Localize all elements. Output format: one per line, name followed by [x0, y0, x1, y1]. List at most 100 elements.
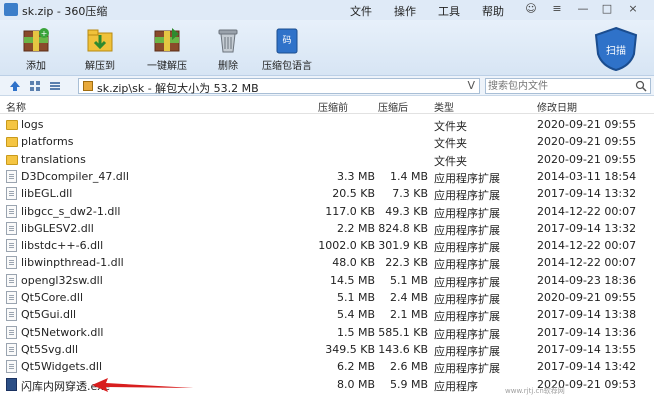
- file-compressed-size: 22.3 KB: [385, 256, 428, 270]
- menu-file[interactable]: 文件: [350, 3, 372, 19]
- maximize-button[interactable]: □: [600, 2, 614, 16]
- extract-to-button[interactable]: 解压到: [78, 25, 122, 72]
- svg-text:+: +: [41, 29, 48, 38]
- file-row[interactable]: Qt5Widgets.dll 6.2 MB 2.6 MB 应用程序扩展 2017-09-…: [0, 358, 654, 375]
- file-name: platforms: [21, 135, 74, 149]
- file-type: 应用程序扩展: [434, 275, 500, 289]
- column-type[interactable]: 类型: [434, 99, 454, 114]
- one-click-extract-label: 一键解压: [147, 61, 187, 72]
- file-row[interactable]: Qt5Network.dll 1.5 MB 585.1 KB 应用程序扩展 2017-0…: [0, 324, 654, 341]
- dll-file-icon: [6, 360, 17, 374]
- scan-label: 扫描: [606, 44, 626, 57]
- dll-file-icon: [6, 308, 17, 322]
- view-list-icon[interactable]: [48, 79, 62, 93]
- column-modified[interactable]: 修改日期: [537, 99, 577, 114]
- file-row[interactable]: libgcc_s_dw2-1.dll 117.0 KB 49.3 KB 应用程序扩展 2…: [0, 203, 654, 220]
- folder-row[interactable]: translations 文件夹 2020-09-21 09:55: [0, 151, 654, 168]
- view-icons-icon[interactable]: [28, 79, 42, 93]
- file-type: 应用程序扩展: [434, 258, 500, 272]
- file-modified-date: 2014-09-23 18:36: [537, 273, 637, 287]
- file-modified-date: 2014-12-22 00:07: [537, 256, 637, 270]
- file-row[interactable]: Qt5Core.dll 5.1 MB 2.4 MB 应用程序扩展 2020-09-21 …: [0, 289, 654, 306]
- file-row[interactable]: opengl32sw.dll 14.5 MB 5.1 MB 应用程序扩展 2014-09…: [0, 272, 654, 289]
- close-button[interactable]: ×: [626, 2, 640, 16]
- file-type: 应用程序: [434, 379, 478, 393]
- toolbar: + 添加 解压到 一键解压 删除 码 压缩包语言 扫描: [0, 20, 654, 76]
- extract-to-label: 解压到: [85, 61, 115, 72]
- file-compressed-size: 824.8 KB: [378, 221, 428, 235]
- file-compressed-size: 49.3 KB: [385, 204, 428, 218]
- watermark: www.rjtj.cn软荐网: [505, 387, 565, 395]
- file-modified-date: 2017-09-14 13:38: [537, 308, 637, 322]
- path-field[interactable]: sk.zip\sk - 解包大小为 53.2 MB V: [78, 78, 480, 95]
- file-compressed-size: 2.4 MB: [389, 291, 428, 304]
- one-click-extract-button[interactable]: 一键解压: [142, 25, 192, 72]
- file-name: logs: [21, 118, 44, 131]
- dll-file-icon: [6, 342, 17, 356]
- file-name: Qt5Network.dll: [21, 325, 104, 339]
- file-type: 应用程序扩展: [434, 189, 500, 203]
- file-name: Qt5Svg.dll: [21, 342, 79, 356]
- minimize-button[interactable]: —: [576, 2, 590, 16]
- file-list-header: 名称 压缩前 压缩后 类型 修改日期: [0, 97, 654, 114]
- file-modified-date: 2017-09-14 13:32: [537, 221, 637, 235]
- file-name: translations: [21, 152, 86, 166]
- column-size[interactable]: 压缩前: [318, 99, 348, 114]
- file-name: libstdc++-6.dll: [21, 239, 104, 253]
- archive-icon: [83, 81, 93, 91]
- menu-help[interactable]: 帮助: [482, 3, 504, 19]
- file-name: Qt5Widgets.dll: [21, 360, 103, 374]
- file-modified-date: 2020-09-21 09:55: [537, 118, 637, 131]
- file-type: 文件夹: [434, 154, 467, 168]
- search-icon[interactable]: [635, 80, 647, 92]
- file-name: opengl32sw.dll: [21, 273, 103, 287]
- folder-row[interactable]: logs 文件夹 2020-09-21 09:55: [0, 116, 654, 133]
- file-modified-date: 2020-09-21 09:55: [537, 152, 637, 166]
- svg-text:码: 码: [282, 35, 291, 46]
- column-compressed[interactable]: 压缩后: [378, 99, 408, 114]
- annotation-arrow: [92, 378, 194, 392]
- dll-file-icon: [6, 204, 17, 218]
- file-row[interactable]: libwinpthread-1.dll 48.0 KB 22.3 KB 应用程序扩展 2…: [0, 254, 654, 271]
- menu-operation[interactable]: 操作: [394, 3, 416, 19]
- scan-button[interactable]: 扫描: [590, 26, 642, 72]
- file-name: Qt5Gui.dll: [21, 308, 77, 322]
- file-row[interactable]: Qt5Gui.dll 5.4 MB 2.1 MB 应用程序扩展 2017-09-14 1…: [0, 306, 654, 323]
- up-arrow-icon[interactable]: [8, 79, 22, 93]
- file-compressed-size: 585.1 KB: [378, 325, 428, 339]
- file-modified-date: 2014-03-11 18:54: [537, 169, 637, 183]
- exe-icon: [6, 377, 17, 391]
- file-row[interactable]: Qt5Svg.dll 349.5 KB 143.6 KB 应用程序扩展 2017-09-…: [0, 341, 654, 358]
- file-name: libwinpthread-1.dll: [21, 256, 124, 270]
- column-name[interactable]: 名称: [6, 99, 26, 114]
- file-modified-date: 2020-09-21 09:55: [537, 135, 637, 149]
- file-row[interactable]: D3Dcompiler_47.dll 3.3 MB 1.4 MB 应用程序扩展 2014…: [0, 168, 654, 185]
- file-name: libgcc_s_dw2-1.dll: [21, 204, 121, 218]
- file-type: 应用程序扩展: [434, 310, 500, 324]
- file-compressed-size: 5.9 MB: [389, 377, 428, 391]
- file-row[interactable]: libstdc++-6.dll 1002.0 KB 301.9 KB 应用程序扩展 20…: [0, 237, 654, 254]
- file-row[interactable]: libGLESV2.dll 2.2 MB 824.8 KB 应用程序扩展 2017-09…: [0, 220, 654, 237]
- app-icon: [4, 3, 18, 16]
- dll-file-icon: [6, 256, 17, 270]
- dll-file-icon: [6, 169, 17, 183]
- dll-file-icon: [6, 187, 17, 201]
- file-compressed-size: 2.6 MB: [389, 360, 428, 374]
- dll-file-icon: [6, 325, 17, 339]
- file-row[interactable]: libEGL.dll 20.5 KB 7.3 KB 应用程序扩展 2017-09-14 …: [0, 185, 654, 202]
- archive-language-button[interactable]: 码 压缩包语言: [258, 25, 316, 72]
- dll-file-icon: [6, 239, 17, 253]
- file-modified-date: 2014-12-22 00:07: [537, 239, 637, 253]
- window-title: sk.zip - 360压缩: [22, 5, 108, 18]
- path-dropdown-icon[interactable]: V: [467, 79, 475, 92]
- search-box[interactable]: [485, 78, 651, 94]
- add-button[interactable]: + 添加: [14, 25, 58, 72]
- folder-row[interactable]: platforms 文件夹 2020-09-21 09:55: [0, 133, 654, 150]
- menu-tools[interactable]: 工具: [438, 3, 460, 19]
- one-click-extract-icon: [154, 28, 180, 52]
- delete-button[interactable]: 删除: [208, 25, 248, 72]
- feedback-icon[interactable]: ☺: [524, 2, 538, 16]
- search-input[interactable]: [488, 79, 628, 93]
- main-menu-icon[interactable]: ≡: [550, 2, 564, 16]
- file-modified-date: 2017-09-14 13:36: [537, 325, 637, 339]
